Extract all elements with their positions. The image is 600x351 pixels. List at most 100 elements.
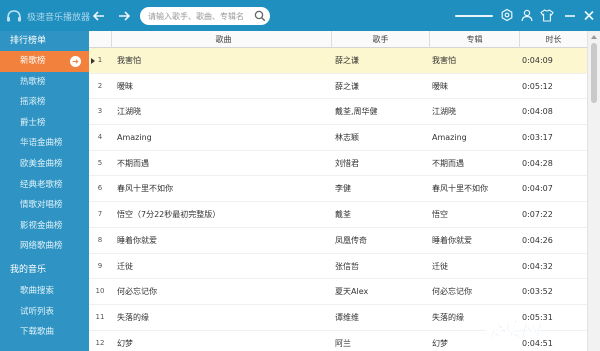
song-title: 江湖晓	[117, 107, 141, 117]
album-name: 江湖晓	[432, 107, 456, 117]
album-name: 何必忘记你	[432, 287, 472, 297]
sidebar-item-rock[interactable]: 摇滚榜	[0, 92, 89, 113]
sidebar-item-label: 网络歌曲榜	[20, 241, 63, 252]
search-input[interactable]	[140, 7, 270, 25]
sidebar-item-label: 下载歌曲	[20, 327, 55, 338]
table-row[interactable]: 9 迁徙 张信哲 迁徙 0:04:32	[89, 254, 587, 280]
sidebar-item-love-duets[interactable]: 情歌对唱榜	[0, 195, 89, 216]
sidebar-item-film-tv[interactable]: 影视金曲榜	[0, 216, 89, 237]
sidebar-header-charts: 排行榜单	[10, 36, 47, 46]
table-header: 歌曲 歌手 专辑 时长	[89, 31, 587, 48]
song-title: 睡着你就爱	[117, 235, 157, 245]
column-header-song[interactable]: 歌曲	[111, 31, 335, 48]
sidebar-item-chinese-hits[interactable]: 华语金曲榜	[0, 133, 89, 154]
sidebar-item-label: 试听列表	[20, 306, 55, 317]
sidebar-item-western-hits[interactable]: 欧美金曲榜	[0, 154, 89, 175]
artist-name: 戴荃	[335, 210, 351, 220]
title-bar: 极速音乐播放器	[0, 0, 600, 31]
volume-slider[interactable]	[455, 15, 493, 17]
sidebar-item-classic-oldies[interactable]: 经典老歌榜	[0, 175, 89, 196]
sidebar-item-label: 影视金曲榜	[20, 220, 63, 231]
headphones-logo-icon	[7, 10, 21, 22]
scroll-up-icon[interactable]	[591, 35, 597, 39]
table-row[interactable]: 3 江湖晓 戴荃,周华健 江湖晓 0:04:08	[89, 99, 587, 126]
song-title: 幻梦	[117, 338, 133, 348]
table-row[interactable]: 8 睡着你就爱 凤凰传奇 睡着你就爱 0:04:26	[89, 228, 587, 254]
skin-icon[interactable]	[540, 8, 554, 23]
sidebar-item-label: 经典老歌榜	[20, 179, 63, 190]
song-title: 迁徙	[117, 261, 133, 271]
song-title: 何必忘记你	[117, 287, 157, 297]
row-index: 1	[97, 56, 103, 64]
album-name: 迁徙	[432, 261, 448, 271]
settings-icon[interactable]	[500, 8, 514, 23]
sidebar: 排行榜单 新歌榜 ➜ 热歌榜 摇滚榜 爵士榜 华语金曲榜 欧美金曲榜 经典老歌榜…	[0, 31, 89, 351]
album-name: 睡着你就爱	[432, 235, 472, 245]
column-header-artist[interactable]: 歌手	[331, 31, 429, 48]
artist-name: 谭维维	[335, 312, 359, 322]
artist-name: 张信哲	[335, 261, 359, 271]
song-title: 悟空（7分22秒最初完整版）	[117, 210, 221, 220]
user-icon[interactable]	[520, 8, 534, 23]
album-name: 我害怕	[432, 56, 456, 65]
table-row[interactable]: 1 我害怕 薛之谦 我害怕 0:04:09	[89, 48, 587, 74]
sidebar-item-internet-songs[interactable]: 网络歌曲榜	[0, 236, 89, 257]
sidebar-item-new-songs[interactable]: 新歌榜 ➜	[0, 51, 89, 72]
sidebar-item-label: 摇滚榜	[20, 97, 46, 108]
sidebar-item-downloads[interactable]: 下载歌曲	[0, 322, 89, 343]
sidebar-item-label: 歌曲搜索	[20, 285, 55, 296]
table-row[interactable]: 10 何必忘记你 夏天Alex 何必忘记你 0:03:52	[89, 279, 587, 305]
back-arrow-icon[interactable]	[90, 7, 108, 25]
album-name: 暧昧	[432, 81, 448, 91]
row-index: 8	[97, 235, 103, 244]
scroll-thumb[interactable]	[591, 43, 597, 103]
duration: 0:04:09	[522, 56, 553, 65]
artist-name: 薛之谦	[335, 56, 359, 65]
minimize-icon[interactable]	[563, 8, 577, 23]
artist-name: 阿兰	[335, 338, 351, 348]
row-index: 4	[97, 133, 103, 142]
sidebar-item-label: 热歌榜	[20, 76, 46, 87]
table-row[interactable]: 2 暧昧 薛之谦 暧昧 0:05:12	[89, 74, 587, 100]
arrow-right-icon: ➜	[70, 56, 81, 67]
song-title: 春风十里不如你	[117, 184, 173, 194]
row-index: 10	[95, 287, 105, 296]
sidebar-item-hot-songs[interactable]: 热歌榜	[0, 72, 89, 93]
row-index: 6	[97, 184, 103, 193]
duration: 0:04:07	[522, 184, 553, 194]
sidebar-item-jazz[interactable]: 爵士榜	[0, 113, 89, 134]
song-title: 我害怕	[117, 56, 141, 65]
vertical-scrollbar[interactable]	[587, 31, 600, 351]
duration: 0:04:26	[522, 235, 553, 245]
song-title: Amazing	[117, 133, 152, 143]
row-index: 11	[95, 312, 105, 321]
column-header-album[interactable]: 专辑	[429, 31, 519, 48]
album-name: Amazing	[432, 133, 467, 143]
song-list-panel: 歌曲 歌手 专辑 时长 1 我害怕 薛之谦 我害怕 0:04:09 2 暧昧 薛…	[89, 31, 600, 351]
duration: 0:04:32	[522, 261, 553, 271]
artist-name: 林志颖	[335, 133, 359, 143]
sidebar-item-label: 新歌榜	[20, 56, 46, 66]
album-name: 不期而遇	[432, 158, 464, 168]
song-title: 失落的缘	[117, 312, 149, 322]
artist-name: 凤凰传奇	[335, 235, 367, 245]
column-header-duration[interactable]: 时长	[519, 31, 587, 48]
forward-arrow-icon[interactable]	[115, 7, 133, 25]
artist-name: 刘惜君	[335, 158, 359, 168]
artist-name: 夏天Alex	[335, 287, 369, 297]
duration: 0:03:17	[522, 133, 553, 143]
duration: 0:07:22	[522, 210, 553, 220]
album-name: 悟空	[432, 210, 448, 220]
close-icon[interactable]	[582, 8, 596, 23]
duration: 0:05:12	[522, 81, 553, 91]
search-icon[interactable]	[254, 10, 266, 22]
sidebar-item-label: 欧美金曲榜	[20, 158, 63, 169]
table-row[interactable]: 5 不期而遇 刘惜君 不期而遇 0:04:28	[89, 151, 587, 177]
row-index: 2	[97, 81, 103, 90]
sidebar-item-listening-list[interactable]: 试听列表	[0, 302, 89, 323]
table-row[interactable]: 4 Amazing 林志颖 Amazing 0:03:17	[89, 125, 587, 151]
sidebar-item-song-search[interactable]: 歌曲搜索	[0, 281, 89, 302]
table-row[interactable]: 6 春风十里不如你 李健 春风十里不如你 0:04:07	[89, 176, 587, 203]
table-row[interactable]: 7 悟空（7分22秒最初完整版） 戴荃 悟空 0:07:22	[89, 202, 587, 228]
song-title: 暧昧	[117, 81, 133, 91]
